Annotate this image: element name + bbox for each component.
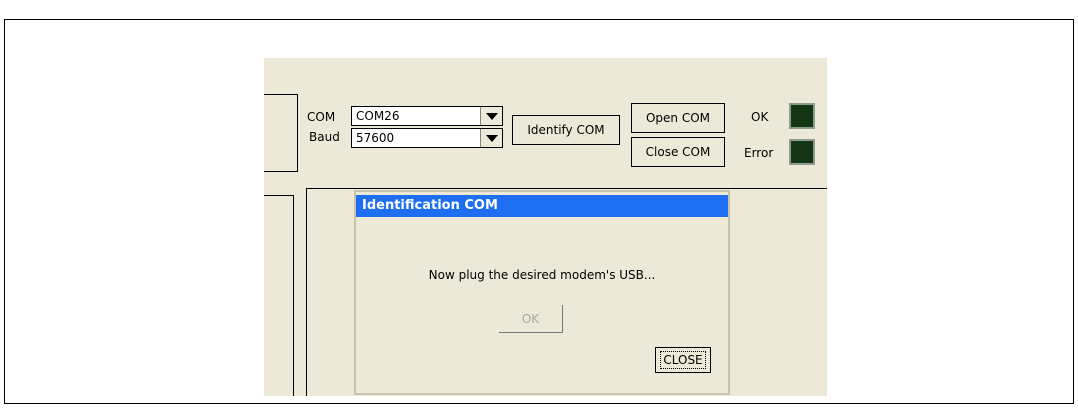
top-left-panel [264,94,298,172]
com-dropdown-arrow-icon[interactable] [480,107,502,125]
ok-status-led [789,103,815,129]
ok-status-label: OK [751,110,769,124]
com-label: COM [307,110,336,124]
baud-select-value: 57600 [356,131,395,145]
dialog-message: Now plug the desired modem's USB... [428,268,656,282]
baud-select[interactable]: 57600 [351,128,503,148]
dialog-close-button[interactable]: CLOSE [655,347,711,373]
error-status-led [789,139,815,165]
left-group-panel [264,195,294,396]
dialog-title: Identification COM [356,195,728,217]
figure-frame: COM COM26 Baud 57600 Identify COM Open C… [4,19,1074,404]
identify-com-button[interactable]: Identify COM [512,115,620,145]
close-com-button[interactable]: Close COM [631,137,725,167]
open-com-button[interactable]: Open COM [631,103,725,133]
com-select[interactable]: COM26 [351,106,503,126]
identification-dialog: Identification COM Now plug the desired … [354,190,730,395]
error-status-label: Error [744,146,774,160]
baud-dropdown-arrow-icon[interactable] [480,129,502,147]
app-window: COM COM26 Baud 57600 Identify COM Open C… [264,58,827,396]
baud-label: Baud [309,130,340,144]
dialog-close-label: CLOSE [660,351,706,369]
com-select-value: COM26 [356,109,400,123]
dialog-ok-button[interactable]: OK [499,305,563,333]
